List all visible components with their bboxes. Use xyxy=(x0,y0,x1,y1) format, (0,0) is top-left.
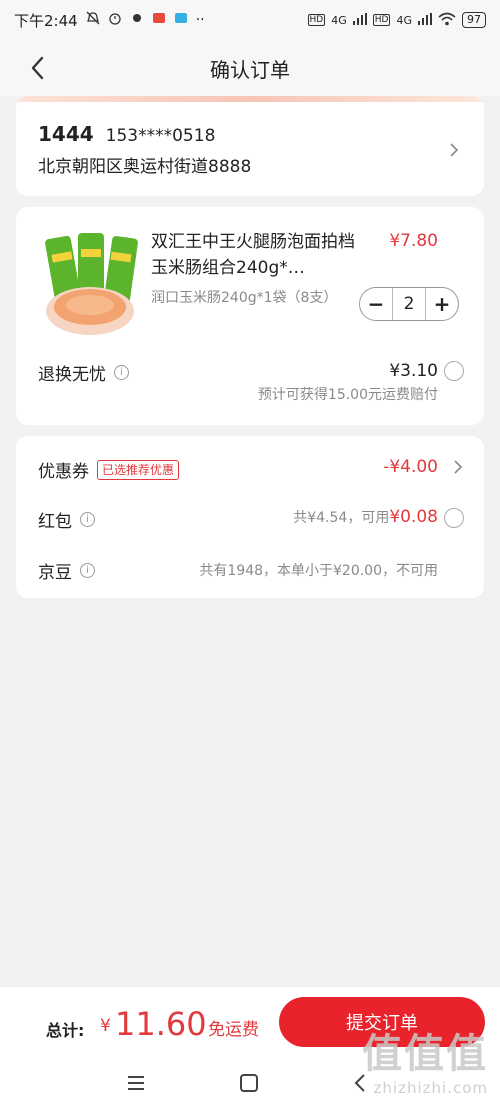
address-top-gradient xyxy=(16,96,484,102)
home-button[interactable] xyxy=(234,1068,264,1098)
address-contact: 1444 153****0518 xyxy=(38,122,215,146)
alarm-icon xyxy=(108,11,122,29)
quantity-stepper: − 2 + xyxy=(359,287,459,321)
app-notification-icon xyxy=(174,11,188,29)
return-service-row: 退换无忧 i xyxy=(38,360,129,385)
product-spec: 润口玉米肠240g*1袋（8支） xyxy=(151,290,338,306)
return-service-note: 预计可获得15.00元运费赔付 xyxy=(257,387,438,403)
return-service-radio[interactable] xyxy=(444,361,464,381)
wifi-icon xyxy=(438,12,456,29)
hd-badge: HD xyxy=(307,14,326,26)
jd-bean-note: 共有1948，本单小于¥20.00，不可用 xyxy=(199,563,438,579)
redpacket-value: ¥0.08 xyxy=(389,507,438,527)
watermark-logo: 值值值 xyxy=(362,1031,488,1077)
menu-button[interactable] xyxy=(121,1068,151,1098)
return-service-label: 退换无忧 xyxy=(38,365,106,385)
recipient-name: 1444 xyxy=(38,122,94,146)
jd-bean-row: 京豆 i xyxy=(38,558,95,583)
jd-bean-label: 京豆 xyxy=(38,563,72,583)
home-square-icon xyxy=(240,1074,258,1092)
product-card: 双汇王中王火腿肠泡面拍档玉米肠组合240g*… ¥7.80 润口玉米肠240g*… xyxy=(16,207,484,425)
network-type: 4G xyxy=(396,13,412,27)
status-bar: 下午2:44 ·· HD 4G HD 4G 97 xyxy=(0,0,500,40)
discount-card: 优惠券 已选推荐优惠 -¥4.00 红包 i 共¥4.54，可用¥0.08 京豆… xyxy=(16,436,484,598)
coupon-row[interactable]: 优惠券 已选推荐优惠 xyxy=(38,457,180,482)
increase-button[interactable]: + xyxy=(426,288,458,320)
notification-dot-icon xyxy=(130,11,144,29)
redpacket-row: 红包 i xyxy=(38,507,95,532)
decrease-button[interactable]: − xyxy=(360,288,392,320)
watermark-url: zhizhizhi.com xyxy=(373,1079,488,1097)
coupon-label: 优惠券 xyxy=(38,462,89,482)
address-card[interactable]: 1444 153****0518 北京朝阳区奥运村街道8888 xyxy=(16,96,484,196)
network-type: 4G xyxy=(331,13,347,27)
info-icon[interactable]: i xyxy=(80,512,95,527)
address-detail: 北京朝阳区奥运村街道8888 xyxy=(38,157,252,177)
watermark: 值值值 zhizhizhi.com xyxy=(362,1021,488,1097)
coupon-value[interactable]: -¥4.00 xyxy=(383,457,438,477)
free-shipping-label: 免运费 xyxy=(208,1020,259,1040)
recipient-phone: 153****0518 xyxy=(105,126,216,146)
redpacket-label: 红包 xyxy=(38,512,72,532)
page-title: 确认订单 xyxy=(210,57,290,82)
back-button[interactable] xyxy=(22,52,54,84)
nav-bar: 确认订单 xyxy=(0,40,500,96)
status-time: 下午2:44 xyxy=(14,11,78,30)
app-notification-icon xyxy=(152,11,166,29)
product-image[interactable] xyxy=(38,227,150,339)
redpacket-total: 共¥4.54，可用 xyxy=(293,510,390,526)
chevron-right-icon xyxy=(450,143,459,157)
total-amount: 11.60 xyxy=(115,1005,207,1043)
return-service-price: ¥3.10 xyxy=(389,361,438,381)
more-notifications-icon: ·· xyxy=(195,12,205,28)
battery-indicator: 97 xyxy=(462,12,486,28)
signal-icon xyxy=(418,12,432,28)
redpacket-info: 共¥4.54，可用¥0.08 xyxy=(293,507,438,527)
info-icon[interactable]: i xyxy=(114,365,129,380)
hd-badge: HD xyxy=(372,14,391,26)
total-label: 总计: xyxy=(46,1021,85,1040)
coupon-badge: 已选推荐优惠 xyxy=(97,459,180,480)
product-price: ¥7.80 xyxy=(389,231,438,251)
menu-icon xyxy=(128,1076,144,1090)
mute-icon xyxy=(86,11,100,29)
back-arrow-icon xyxy=(31,56,44,80)
signal-icon xyxy=(352,12,367,28)
chevron-right-icon xyxy=(454,460,463,474)
info-icon[interactable]: i xyxy=(80,563,95,578)
total-currency: ¥ xyxy=(100,1016,111,1036)
quantity-value[interactable]: 2 xyxy=(392,288,426,320)
product-title[interactable]: 双汇王中王火腿肠泡面拍档玉米肠组合240g*… xyxy=(151,229,361,281)
redpacket-radio[interactable] xyxy=(444,508,464,528)
